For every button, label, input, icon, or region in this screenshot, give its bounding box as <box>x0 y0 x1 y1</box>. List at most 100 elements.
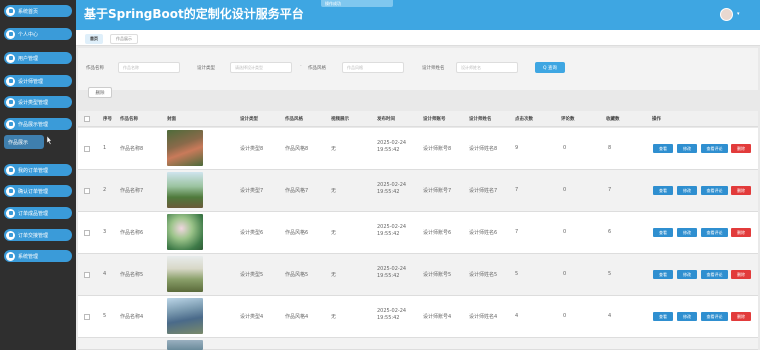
sidebar-subitem-works[interactable]: 作品展示 <box>4 135 44 149</box>
cell-clicks: 7 <box>515 187 519 193</box>
table-row: 1 作品名称8 设计类型8 作品风格8 无 2025-02-24 19:55:4… <box>78 128 758 170</box>
cell-account: 设计师账号4 <box>423 314 452 320</box>
work-name-input[interactable]: 作品名称 <box>118 62 180 73</box>
sidebar-item-works[interactable]: 作品展示管理 <box>4 118 72 130</box>
delete-button[interactable]: 删除 <box>731 186 751 195</box>
delete-button[interactable]: 删除 <box>731 228 751 237</box>
image-icon <box>6 119 15 129</box>
sidebar-item-label: 设计类型管理 <box>18 99 49 106</box>
work-style-input[interactable]: 作品风格 <box>342 62 404 73</box>
col-header-type: 设计类型 <box>240 117 258 122</box>
cell-comments: 0 <box>563 229 567 235</box>
cell-comments: 0 <box>563 313 567 319</box>
designer-name-input[interactable]: 设计师姓名 <box>456 62 518 73</box>
chevron-down-icon[interactable]: ▾ <box>737 11 740 17</box>
cell-video: 无 <box>331 272 337 278</box>
sidebar: 系统首页 个人中心 用户管理 设计师管理 设计类型管理 作品展示管理 作品展示 … <box>0 0 76 350</box>
delete-button[interactable]: 删除 <box>731 270 751 279</box>
cell-video: 无 <box>331 146 337 152</box>
cover-image[interactable] <box>167 172 203 208</box>
sidebar-item-designers[interactable]: 设计师管理 <box>4 75 72 87</box>
sidebar-item-confirm-orders[interactable]: 确认订单管理 <box>4 185 72 197</box>
view-button[interactable]: 查看 <box>653 270 673 279</box>
delete-button[interactable]: 删除 <box>731 312 751 321</box>
sidebar-item-design-types[interactable]: 设计类型管理 <box>4 96 72 108</box>
col-header-designer: 设计师姓名 <box>469 117 492 122</box>
row-checkbox[interactable] <box>84 272 90 278</box>
cover-image[interactable] <box>167 340 203 350</box>
search-button[interactable]: Q 查询 <box>535 62 565 73</box>
cell-favs: 6 <box>608 229 612 235</box>
view-button[interactable]: 查看 <box>653 144 673 153</box>
row-checkbox[interactable] <box>84 314 90 320</box>
row-checkbox[interactable] <box>84 146 90 152</box>
sidebar-item-users[interactable]: 用户管理 <box>4 52 72 64</box>
sidebar-item-label: 作品展示管理 <box>18 121 49 128</box>
edit-button[interactable]: 修改 <box>677 312 697 321</box>
tab-works[interactable]: 作品展示 <box>110 34 138 44</box>
sidebar-item-home[interactable]: 系统首页 <box>4 5 72 17</box>
select-all-checkbox[interactable] <box>84 116 90 122</box>
cover-image[interactable] <box>167 256 203 292</box>
cell-type: 设计类型4 <box>240 314 264 320</box>
view-comments-button[interactable]: 查看评论 <box>701 312 728 321</box>
cell-clicks: 5 <box>515 271 519 277</box>
col-header-video: 视频展示 <box>331 117 349 122</box>
sidebar-item-label: 系统管理 <box>18 253 39 260</box>
top-header: 基于SpringBoot的定制化设计服务平台 操作成功 ▾ <box>76 0 760 30</box>
cell-designer: 设计师姓名4 <box>469 314 498 320</box>
cell-designer: 设计师姓名8 <box>469 146 498 152</box>
sidebar-item-label: 我的订单管理 <box>18 167 49 174</box>
cell-clicks: 4 <box>515 313 519 319</box>
edit-button[interactable]: 修改 <box>677 228 697 237</box>
sidebar-item-order-handover[interactable]: 订单交接管理 <box>4 229 72 241</box>
sidebar-item-system[interactable]: 系统管理 <box>4 250 72 262</box>
cell-no: 2 <box>103 187 107 193</box>
view-comments-button[interactable]: 查看评论 <box>701 228 728 237</box>
sidebar-item-profile[interactable]: 个人中心 <box>4 28 72 40</box>
tab-home[interactable]: 首页 <box>85 34 103 44</box>
cell-account: 设计师账号5 <box>423 272 452 278</box>
row-checkbox[interactable] <box>84 230 90 236</box>
search-panel: 作品名称 作品名称 设计类型 请选择设计类型 - 作品风格 作品风格 设计师姓名… <box>78 48 758 98</box>
row-checkbox[interactable] <box>84 188 90 194</box>
view-button[interactable]: 查看 <box>653 228 673 237</box>
cell-favs: 8 <box>608 145 612 151</box>
cell-type: 设计类型6 <box>240 230 264 236</box>
cell-comments: 0 <box>563 271 567 277</box>
cell-time: 2025-02-24 19:55:42 <box>377 182 407 195</box>
cover-image[interactable] <box>167 298 203 334</box>
edit-button[interactable]: 修改 <box>677 270 697 279</box>
design-type-select[interactable]: 请选择设计类型 <box>230 62 292 73</box>
avatar[interactable] <box>720 8 733 21</box>
cell-time: 2025-02-24 19:55:42 <box>377 308 407 321</box>
cell-favs: 5 <box>608 271 612 277</box>
view-button[interactable]: 查看 <box>653 312 673 321</box>
sidebar-item-label: 设计师管理 <box>18 78 44 85</box>
cell-time: 2025-02-24 19:55:42 <box>377 140 407 153</box>
table-header: 序号 作品名称 封面 设计类型 作品风格 视频展示 发布时间 设计师账号 设计师… <box>78 111 758 127</box>
cell-style: 作品风格7 <box>285 188 309 194</box>
col-header-comments: 评论数 <box>561 117 575 122</box>
edit-button[interactable]: 修改 <box>677 144 697 153</box>
batch-delete-button[interactable]: 删除 <box>88 87 112 98</box>
cell-name: 作品名称5 <box>120 272 144 278</box>
view-comments-button[interactable]: 查看评论 <box>701 186 728 195</box>
cell-name: 作品名称8 <box>120 146 144 152</box>
cell-clicks: 9 <box>515 145 519 151</box>
cell-type: 设计类型7 <box>240 188 264 194</box>
view-comments-button[interactable]: 查看评论 <box>701 144 728 153</box>
cover-image[interactable] <box>167 214 203 250</box>
view-comments-button[interactable]: 查看评论 <box>701 270 728 279</box>
cell-account: 设计师账号6 <box>423 230 452 236</box>
edit-button[interactable]: 修改 <box>677 186 697 195</box>
cover-image[interactable] <box>167 130 203 166</box>
designer-name-label: 设计师姓名 <box>422 66 445 71</box>
cell-no: 5 <box>103 313 107 319</box>
cell-no: 1 <box>103 145 107 151</box>
view-button[interactable]: 查看 <box>653 186 673 195</box>
sidebar-item-my-orders[interactable]: 我的订单管理 <box>4 164 72 176</box>
delete-button[interactable]: 删除 <box>731 144 751 153</box>
cart-icon <box>6 165 15 175</box>
sidebar-item-finished-orders[interactable]: 订单成品管理 <box>4 207 72 219</box>
